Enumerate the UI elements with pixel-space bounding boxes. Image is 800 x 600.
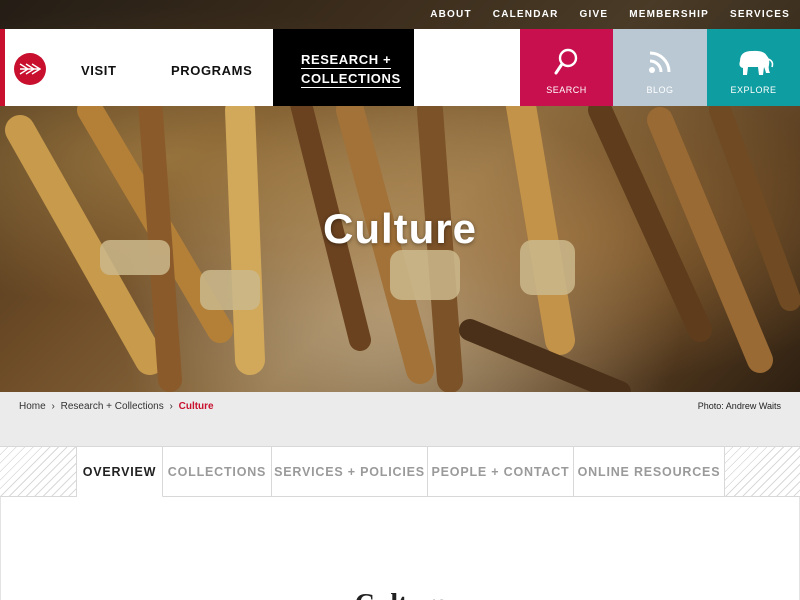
explore-tile-label: EXPLORE bbox=[730, 85, 777, 95]
blog-tile-label: BLOG bbox=[646, 85, 674, 95]
breadcrumb-research-collections[interactable]: Research + Collections bbox=[61, 401, 164, 412]
section-tabs: OVERVIEW COLLECTIONS SERVICES + POLICIES… bbox=[0, 446, 800, 498]
explore-tile[interactable]: EXPLORE bbox=[707, 29, 800, 106]
nav-spacer bbox=[414, 29, 520, 106]
utility-link-about[interactable]: ABOUT bbox=[430, 9, 472, 20]
content-heading: Culture bbox=[1, 589, 800, 600]
utility-link-calendar[interactable]: CALENDAR bbox=[493, 9, 559, 20]
nav-research-line1: RESEARCH + bbox=[301, 52, 392, 69]
breadcrumb-current: Culture bbox=[178, 401, 214, 412]
tab-services-policies[interactable]: SERVICES + POLICIES bbox=[272, 447, 428, 496]
breadcrumb-separator: › bbox=[169, 401, 173, 412]
tabs-hatch-right bbox=[724, 447, 800, 496]
breadcrumb-separator: › bbox=[51, 401, 55, 412]
rss-icon bbox=[649, 51, 671, 73]
utility-link-give[interactable]: GIVE bbox=[580, 9, 609, 20]
logo-arrow-icon bbox=[19, 63, 41, 75]
search-tile-label: SEARCH bbox=[546, 85, 587, 95]
nav-visit[interactable]: VISIT bbox=[81, 63, 117, 78]
caption-bar: Home › Research + Collections › Culture … bbox=[0, 392, 800, 420]
museum-logo[interactable] bbox=[14, 53, 46, 85]
utility-link-services[interactable]: SERVICES bbox=[730, 9, 790, 20]
nav-research-collections[interactable]: RESEARCH + COLLECTIONS bbox=[273, 29, 414, 106]
tab-people-contact[interactable]: PEOPLE + CONTACT bbox=[428, 447, 574, 496]
breadcrumb-home[interactable]: Home bbox=[19, 401, 46, 412]
tab-overview[interactable]: OVERVIEW bbox=[77, 447, 163, 498]
search-tile[interactable]: SEARCH bbox=[520, 29, 613, 106]
section-gap bbox=[0, 420, 800, 446]
search-icon bbox=[554, 48, 577, 75]
tab-collections[interactable]: COLLECTIONS bbox=[163, 447, 272, 496]
utility-nav: ABOUT CALENDAR GIVE MEMBERSHIP SERVICES bbox=[0, 0, 800, 29]
breadcrumb: Home › Research + Collections › Culture bbox=[19, 401, 217, 412]
main-nav: VISIT PROGRAMS RESEARCH + COLLECTIONS SE… bbox=[0, 29, 800, 106]
blog-tile[interactable]: BLOG bbox=[613, 29, 707, 106]
main-content: Culture bbox=[0, 497, 800, 600]
main-nav-left: VISIT PROGRAMS bbox=[0, 29, 273, 106]
nav-research-line2: COLLECTIONS bbox=[301, 71, 401, 88]
mammoth-icon bbox=[738, 50, 773, 75]
tabs-hatch-left bbox=[0, 447, 77, 496]
photo-credit: Photo: Andrew Waits bbox=[697, 401, 781, 411]
tab-online-resources[interactable]: ONLINE RESOURCES bbox=[574, 447, 724, 496]
hero-title: Culture bbox=[323, 205, 477, 252]
nav-programs[interactable]: PROGRAMS bbox=[171, 63, 252, 78]
utility-link-membership[interactable]: MEMBERSHIP bbox=[629, 9, 709, 20]
